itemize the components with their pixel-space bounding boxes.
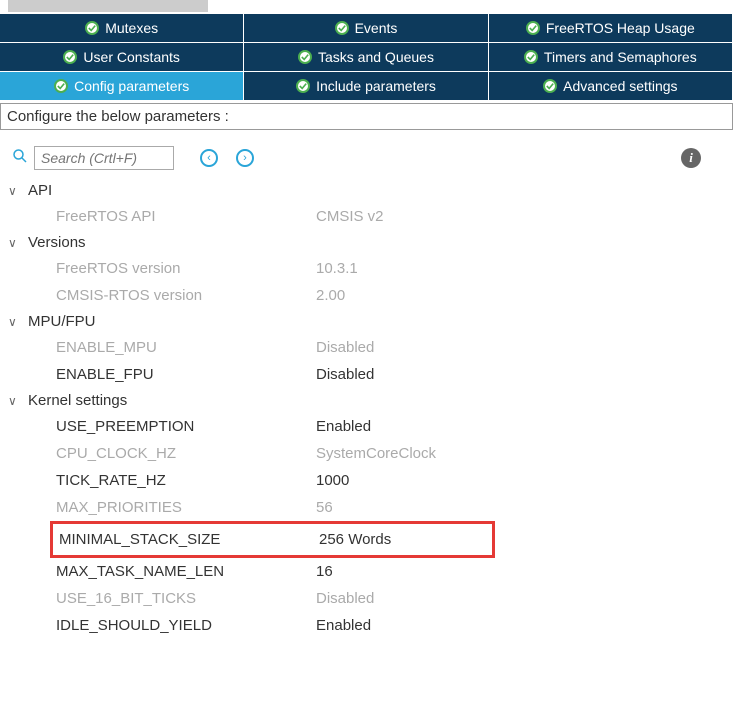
prev-button[interactable]: ‹: [200, 149, 218, 167]
check-icon: [54, 79, 68, 93]
tab-row-3: Config parameters Include parameters Adv…: [0, 72, 733, 101]
highlighted-param: MINIMAL_STACK_SIZE 256 Words: [50, 521, 495, 558]
param-label: ENABLE_FPU: [56, 366, 316, 383]
param-value: 56: [316, 499, 333, 516]
param-row[interactable]: TICK_RATE_HZ 1000: [8, 467, 725, 494]
tab-timers-semaphores[interactable]: Timers and Semaphores: [489, 43, 733, 72]
tab-mutexes[interactable]: Mutexes: [0, 14, 244, 43]
param-value: Disabled: [316, 590, 374, 607]
param-label: USE_16_BIT_TICKS: [56, 590, 316, 607]
param-value: Enabled: [316, 418, 371, 435]
param-label: MAX_TASK_NAME_LEN: [56, 563, 316, 580]
param-label: FreeRTOS API: [56, 208, 316, 225]
param-row-minimal-stack-size[interactable]: MINIMAL_STACK_SIZE 256 Words: [59, 526, 492, 553]
chevron-down-icon: ∨: [8, 315, 22, 329]
toolbar: ‹ › i: [0, 138, 733, 178]
instruction-text: Configure the below parameters :: [0, 103, 733, 130]
tab-label: Include parameters: [316, 78, 436, 94]
group-label: MPU/FPU: [28, 313, 96, 330]
tab-label: Mutexes: [105, 20, 158, 36]
tab-config-parameters[interactable]: Config parameters: [0, 72, 244, 101]
param-value: Enabled: [316, 617, 371, 634]
group-mpu-fpu[interactable]: ∨ MPU/FPU: [8, 309, 725, 334]
check-icon: [296, 79, 310, 93]
check-icon: [524, 50, 538, 64]
placeholder-bar: [8, 0, 208, 12]
param-row[interactable]: IDLE_SHOULD_YIELD Enabled: [8, 612, 725, 639]
check-icon: [335, 21, 349, 35]
group-api[interactable]: ∨ API: [8, 178, 725, 203]
param-value: SystemCoreClock: [316, 445, 436, 462]
param-label: IDLE_SHOULD_YIELD: [56, 617, 316, 634]
parameter-tree: ∨ API FreeRTOS API CMSIS v2 ∨ Versions F…: [0, 178, 733, 659]
param-value: 2.00: [316, 287, 345, 304]
param-value: 16: [316, 563, 333, 580]
param-row[interactable]: CPU_CLOCK_HZ SystemCoreClock: [8, 440, 725, 467]
param-row[interactable]: ENABLE_MPU Disabled: [8, 334, 725, 361]
tab-include-parameters[interactable]: Include parameters: [244, 72, 488, 101]
param-value: CMSIS v2: [316, 208, 384, 225]
param-label: FreeRTOS version: [56, 260, 316, 277]
chevron-down-icon: ∨: [8, 394, 22, 408]
tab-label: Events: [355, 20, 398, 36]
param-row[interactable]: FreeRTOS version 10.3.1: [8, 255, 725, 282]
tab-row-2: User Constants Tasks and Queues Timers a…: [0, 43, 733, 72]
tab-container: Mutexes Events FreeRTOS Heap Usage User …: [0, 14, 733, 101]
tab-label: Config parameters: [74, 78, 189, 94]
tab-events[interactable]: Events: [244, 14, 488, 43]
tab-label: User Constants: [83, 49, 179, 65]
tab-user-constants[interactable]: User Constants: [0, 43, 244, 72]
search-icon[interactable]: [12, 148, 28, 169]
param-label: USE_PREEMPTION: [56, 418, 316, 435]
tab-label: Timers and Semaphores: [544, 49, 697, 65]
param-row[interactable]: MAX_PRIORITIES 56: [8, 494, 725, 521]
param-value: 1000: [316, 472, 349, 489]
group-label: API: [28, 182, 52, 199]
param-label: TICK_RATE_HZ: [56, 472, 316, 489]
param-row[interactable]: FreeRTOS API CMSIS v2: [8, 203, 725, 230]
tab-row-1: Mutexes Events FreeRTOS Heap Usage: [0, 14, 733, 43]
param-label: MINIMAL_STACK_SIZE: [59, 531, 319, 548]
param-value: Disabled: [316, 339, 374, 356]
param-label: MAX_PRIORITIES: [56, 499, 316, 516]
group-label: Kernel settings: [28, 392, 127, 409]
param-row[interactable]: CMSIS-RTOS version 2.00: [8, 282, 725, 309]
tab-tasks-queues[interactable]: Tasks and Queues: [244, 43, 488, 72]
chevron-down-icon: ∨: [8, 236, 22, 250]
info-icon[interactable]: i: [681, 148, 701, 168]
param-value: Disabled: [316, 366, 374, 383]
param-label: ENABLE_MPU: [56, 339, 316, 356]
search-input[interactable]: [34, 146, 174, 170]
group-kernel-settings[interactable]: ∨ Kernel settings: [8, 388, 725, 413]
tab-label: Advanced settings: [563, 78, 677, 94]
check-icon: [526, 21, 540, 35]
param-row[interactable]: USE_PREEMPTION Enabled: [8, 413, 725, 440]
tab-label: Tasks and Queues: [318, 49, 434, 65]
nav-buttons: ‹ ›: [200, 149, 254, 167]
group-versions[interactable]: ∨ Versions: [8, 230, 725, 255]
check-icon: [543, 79, 557, 93]
check-icon: [85, 21, 99, 35]
tab-advanced-settings[interactable]: Advanced settings: [489, 72, 733, 101]
param-row[interactable]: MAX_TASK_NAME_LEN 16: [8, 558, 725, 585]
param-value: 256 Words: [319, 531, 391, 548]
next-button[interactable]: ›: [236, 149, 254, 167]
param-label: CPU_CLOCK_HZ: [56, 445, 316, 462]
check-icon: [63, 50, 77, 64]
param-label: CMSIS-RTOS version: [56, 287, 316, 304]
search-wrap: [12, 146, 174, 170]
param-value: 10.3.1: [316, 260, 358, 277]
tab-freertos-heap[interactable]: FreeRTOS Heap Usage: [489, 14, 733, 43]
group-label: Versions: [28, 234, 86, 251]
tab-label: FreeRTOS Heap Usage: [546, 20, 695, 36]
chevron-down-icon: ∨: [8, 184, 22, 198]
param-row[interactable]: ENABLE_FPU Disabled: [8, 361, 725, 388]
check-icon: [298, 50, 312, 64]
param-row[interactable]: USE_16_BIT_TICKS Disabled: [8, 585, 725, 612]
